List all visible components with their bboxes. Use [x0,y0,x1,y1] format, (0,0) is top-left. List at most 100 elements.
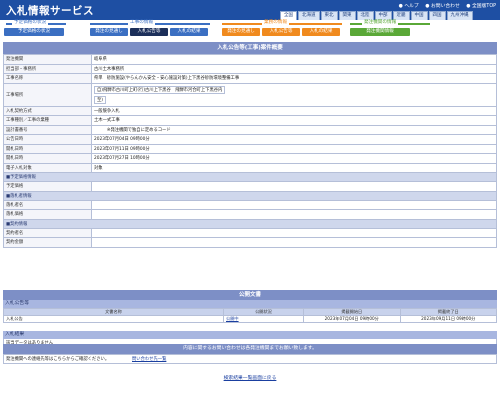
detail-row: 発注機関 岐阜県 [3,54,497,65]
row-label: 設計書番号 [3,124,92,135]
row-label: 落札者名 [3,199,92,210]
detail-row: 契約金額 [3,237,497,248]
nav-agency-info[interactable]: 発注機関情報 [350,28,410,36]
row-value: ※発注機関で独自に定めるコード [91,124,497,135]
row-label: 予定価格 [3,181,92,192]
nav-estimated-price[interactable]: 予定価格の状況 [4,28,64,36]
nav-services-results[interactable]: 入札の結果 [302,28,340,36]
row-label: 開札日時 [3,153,92,164]
row-value: 2023年07月11日 09時00分 [91,143,497,154]
footer: 検索結果一覧画面に戻る [0,374,500,381]
detail-row: 工事種別／工事の業種 土木一式工事 [3,115,497,126]
col-doc-name: 文書名称 [3,308,224,316]
nav-construction-outlook[interactable]: 発注の見通し [90,28,128,36]
row-label: 契約金額 [3,237,92,248]
detail-row: 電子入札対象 対象 [3,162,497,173]
category-sub-label: 予定価格の状況 [12,20,49,26]
detail-row: 予定価格 [3,181,497,192]
detail-row: 入札契約方式 一般競争入札 [3,105,497,116]
results-subheading: 入札結果 [3,331,497,339]
row-value: 一般競争入札 [91,105,497,116]
help-link[interactable]: ● ヘルプ [399,4,419,9]
row-label: 発注機関 [3,54,92,65]
location-to: 至) [94,95,106,104]
detail-row: 落札者名 [3,199,497,210]
row-label: 電子入札対象 [3,162,92,173]
row-label: 担当部・事務所 [3,63,92,74]
detail-title: 入札公告等(工事)案件概要 [3,42,497,54]
nav-services-notices[interactable]: 入札公告等 [262,28,300,36]
inquiry-section: 内容に関するお問い合わせは各発注機関までお願い致します。 発注機関への連絡先等は… [3,344,497,364]
row-label: 公告日時 [3,134,92,145]
row-value [91,237,497,248]
back-to-results-link[interactable]: 検索結果一覧画面に戻る [224,376,277,381]
detail-table: 発注機関 岐阜県 担当部・事務所 古川土木事務所 工事名称 県単 砂防施設(やらんかん… [3,54,497,248]
detail-row: 契約者名 [3,227,497,238]
nav-construction-notices[interactable]: 入札公告等 [130,28,168,36]
group-title: ■契約情報 [3,218,497,229]
row-value: 2023年07月27日 10時00分 [91,153,497,164]
table-row: 入札公告 公開中 2023年07月04日 09時00分 2023年09月11日 … [3,315,497,323]
row-value: 2023年07月04日 09時00分 [91,134,497,145]
docs-title: 公開文書 [3,290,497,300]
doc-status-link[interactable]: 公開中 [226,316,239,321]
detail-row: 工事名称 県単 砂防施設(やらんかん安全・安心施設対策)上下黒谷砂防環境整備工事 [3,73,497,84]
docs-table: 文書名称 公開状況 掲載開始日 掲載終了日 入札公告 公開中 2023年07月0… [3,308,497,323]
category-agencies: 発注機関の情報 [362,20,399,26]
row-value [91,227,497,238]
group-header: ■落札者情報 [3,190,497,201]
row-label: 工事種別／工事の業種 [3,115,92,126]
row-label: 入札契約方式 [3,105,92,116]
row-value: 岐阜県 [91,54,497,65]
detail-row: 開札日時 2023年07月27日 10時00分 [3,153,497,164]
contact-link[interactable]: ● お問い合わせ [425,4,460,9]
detail-row: 開札日時 2023年07月11日 09時00分 [3,143,497,154]
doc-status: 公開中 [223,315,304,323]
detail-row: 担当部・事務所 古川土木事務所 [3,63,497,74]
row-value: 土木一式工事 [91,115,497,126]
national-top-link[interactable]: ● 全国版TOP [466,4,496,9]
nav-construction-results[interactable]: 入札の結果 [170,28,208,36]
group-header: ■契約情報 [3,218,497,229]
docs-section: 公開文書 入札公告等 文書名称 公開状況 掲載開始日 掲載終了日 入札公告 公開… [3,290,497,348]
detail-row: 落札価格 [3,209,497,220]
location-from: 自)飛騨市古川町上町(行)古川上下黒谷 飛騨市河合町上下黒谷内 [94,85,226,94]
row-label: 工事場所 [3,82,92,107]
inquiry-row-label: 発注機関への連絡先等はこちらからご確認ください。 [6,357,110,362]
row-value: 古川土木事務所 [91,63,497,74]
contact-list-link[interactable]: 問い合わせ先一覧 [132,355,166,364]
nav-services-outlook[interactable]: 発注の見通し [222,28,260,36]
group-header: ■予定価格情報 [3,172,497,182]
row-label: 開札日時 [3,143,92,154]
menu-categories: 予定価格の状況 工事の情報 業務の情報 発注機関の情報 予定価格の状況 発注の見… [0,20,500,38]
col-status: 公開状況 [223,308,304,316]
detail-row: 公告日時 2023年07月04日 09時00分 [3,134,497,145]
detail-row: 設計書番号 ※発注機関で独自に定めるコード [3,124,497,135]
category-services: 業務の情報 [262,20,289,26]
group-title: ■予定価格情報 [3,172,497,182]
category-construction: 工事の情報 [128,20,155,26]
docs-subheading: 入札公告等 [3,300,497,308]
header: 入札情報サービス ● ヘルプ ● お問い合わせ ● 全国版TOP 全国 北海道 … [0,0,500,38]
detail-section: 入札公告等(工事)案件概要 発注機関 岐阜県 担当部・事務所 古川土木事務所 工事名… [3,42,497,248]
doc-name: 入札公告 [3,315,224,323]
row-label: 工事名称 [3,73,92,84]
col-end: 掲載終了日 [399,308,497,316]
detail-row: 工事場所 自)飛騨市古川町上町(行)古川上下黒谷 飛騨市河合町上下黒谷内 至) [3,82,497,107]
row-value: 対象 [91,162,497,173]
row-label: 落札価格 [3,209,92,220]
row-value [91,209,497,220]
group-title: ■落札者情報 [3,190,497,201]
top-links: ● ヘルプ ● お問い合わせ ● 全国版TOP [394,2,496,9]
row-label: 契約者名 [3,227,92,238]
inquiry-bar: 内容に関するお問い合わせは各発注機関までお願い致します。 [3,344,497,354]
app-title: 入札情報サービス [6,5,94,17]
inquiry-row: 発注機関への連絡先等はこちらからご確認ください。 問い合わせ先一覧 [3,354,497,364]
doc-end: 2023年09月11日 09時00分 [399,315,497,323]
doc-start: 2023年07月04日 09時00分 [303,315,401,323]
docs-header-row: 文書名称 公開状況 掲載開始日 掲載終了日 [3,308,497,316]
col-start: 掲載開始日 [303,308,401,316]
row-value [91,199,497,210]
row-value: 自)飛騨市古川町上町(行)古川上下黒谷 飛騨市河合町上下黒谷内 至) [91,82,497,107]
row-value [91,181,497,192]
